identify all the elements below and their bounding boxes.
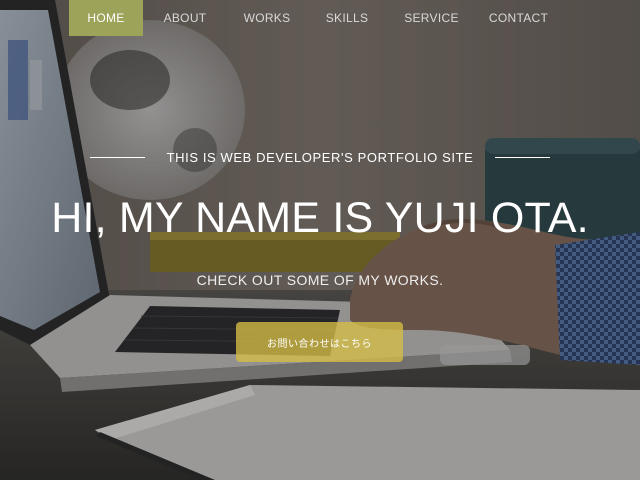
nav-item-about[interactable]: ABOUT bbox=[143, 0, 227, 36]
contact-cta-button[interactable]: お問い合わせはこちら bbox=[236, 322, 403, 362]
nav-item-skills[interactable]: SKILLS bbox=[307, 0, 387, 36]
tagline-right-rule bbox=[495, 156, 551, 158]
nav-item-contact[interactable]: CONTACT bbox=[476, 0, 561, 36]
tagline-row: THIS IS WEB DEVELOPER'S PORTFOLIO SITE bbox=[0, 146, 640, 168]
tagline-left-rule bbox=[89, 156, 145, 158]
hero-subline: CHECK OUT SOME OF MY WORKS. bbox=[196, 272, 444, 288]
tagline: THIS IS WEB DEVELOPER'S PORTFOLIO SITE bbox=[166, 149, 474, 165]
hero-section: HOME ABOUT WORKS SKILLS SERVICE CONTACT … bbox=[0, 0, 640, 480]
nav-item-home[interactable]: HOME bbox=[69, 0, 143, 36]
nav-item-service[interactable]: SERVICE bbox=[387, 0, 476, 36]
hero-headline: HI, MY NAME IS YUJI OTA. bbox=[51, 194, 589, 242]
nav-item-works[interactable]: WORKS bbox=[227, 0, 307, 36]
main-navigation: HOME ABOUT WORKS SKILLS SERVICE CONTACT bbox=[69, 0, 561, 36]
